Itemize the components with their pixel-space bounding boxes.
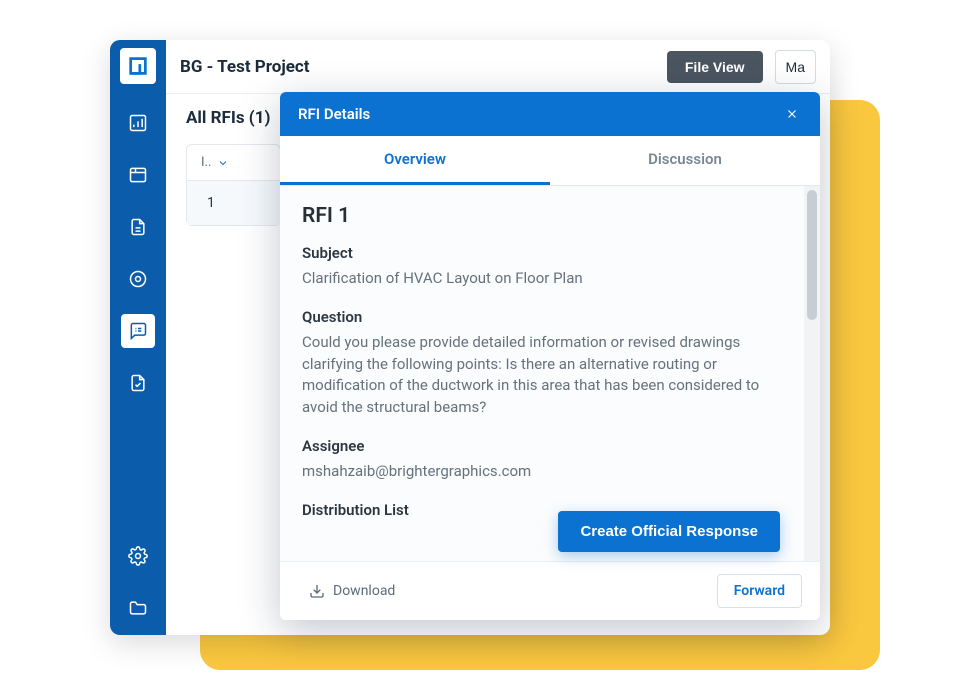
download-icon xyxy=(309,583,325,599)
table-column-header[interactable]: I.. xyxy=(187,145,280,181)
sidebar-item-checklists[interactable] xyxy=(121,366,155,400)
file-view-button[interactable]: File View xyxy=(667,51,763,83)
rfi-heading: RFI 1 xyxy=(302,204,782,228)
rfi-table: I.. 1 xyxy=(186,144,281,226)
modal-header: RFI Details xyxy=(280,92,820,136)
modal-body: RFI 1 Subject Clarification of HVAC Layo… xyxy=(280,186,804,561)
sidebar-item-settings[interactable] xyxy=(121,539,155,573)
modal-tabs: Overview Discussion xyxy=(280,136,820,186)
close-button[interactable] xyxy=(782,104,802,124)
rfi-details-modal: RFI Details Overview Discussion RFI 1 Su… xyxy=(280,92,820,620)
modal-footer: Download Forward xyxy=(280,561,820,620)
forward-button[interactable]: Forward xyxy=(717,574,802,608)
subject-label: Subject xyxy=(302,244,782,262)
sidebar-item-photos[interactable] xyxy=(121,262,155,296)
assignee-value: mshahzaib@brightergraphics.com xyxy=(302,461,782,483)
scrollbar-thumb[interactable] xyxy=(807,190,817,320)
chevron-down-icon xyxy=(217,157,229,169)
tab-overview[interactable]: Overview xyxy=(280,136,550,185)
question-value: Could you please provide detailed inform… xyxy=(302,332,782,419)
sidebar-item-plans[interactable] xyxy=(121,158,155,192)
topbar: BG - Test Project File View Ma xyxy=(166,40,830,94)
table-row[interactable]: 1 xyxy=(187,181,280,225)
sidebar-item-dashboard[interactable] xyxy=(121,106,155,140)
sidebar-item-folder[interactable] xyxy=(121,591,155,625)
download-button[interactable]: Download xyxy=(298,574,406,608)
question-label: Question xyxy=(302,308,782,326)
close-icon xyxy=(785,107,799,121)
app-logo[interactable] xyxy=(120,48,156,84)
subject-value: Clarification of HVAC Layout on Floor Pl… xyxy=(302,268,782,290)
column-label: I.. xyxy=(201,155,211,170)
assignee-label: Assignee xyxy=(302,437,782,455)
tab-discussion[interactable]: Discussion xyxy=(550,136,820,185)
project-title: BG - Test Project xyxy=(180,57,655,77)
create-official-response-button[interactable]: Create Official Response xyxy=(558,511,780,552)
sidebar-item-rfi[interactable] xyxy=(121,314,155,348)
ma-button[interactable]: Ma xyxy=(775,50,816,84)
scrollbar[interactable] xyxy=(804,186,820,561)
download-label: Download xyxy=(333,583,395,599)
modal-title: RFI Details xyxy=(298,105,370,123)
sidebar xyxy=(110,40,166,635)
sidebar-item-documents[interactable] xyxy=(121,210,155,244)
